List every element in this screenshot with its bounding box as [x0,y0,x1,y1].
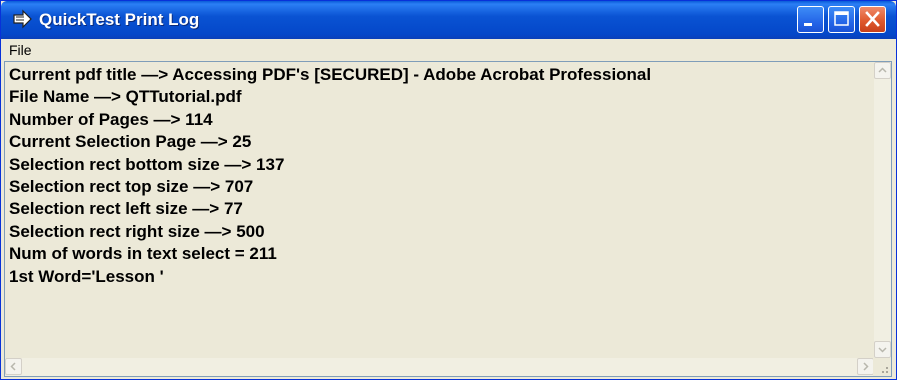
log-text-area[interactable]: Current pdf title —> Accessing PDF's [SE… [4,61,892,377]
log-line: Current Selection Page —> 25 [9,132,252,152]
log-line: Selection rect bottom size —> 137 [9,154,285,174]
close-button[interactable] [859,6,886,33]
scroll-down-button[interactable] [874,341,891,358]
print-log-window: QuickTest Print Log File Current pdf tit… [0,0,897,380]
log-line: File Name —> QTTutorial.pdf [9,87,242,107]
log-line: Selection rect right size —> 500 [9,221,265,241]
chevron-right-icon [863,362,869,371]
scroll-right-button[interactable] [857,358,874,375]
maximize-icon [834,11,849,26]
menu-file[interactable]: File [9,42,32,58]
log-line: Current pdf title —> Accessing PDF's [SE… [9,65,652,84]
window-title: QuickTest Print Log [39,10,200,29]
resize-grip[interactable] [873,358,891,376]
minimize-icon [804,23,812,26]
horizontal-scrollbar[interactable] [5,358,874,376]
title-bar[interactable]: QuickTest Print Log [1,1,896,39]
resize-grip-icon [882,367,888,373]
chevron-down-icon [878,347,887,353]
menu-bar: File [1,39,896,61]
log-line: Number of Pages —> 114 [9,109,213,129]
log-line: Selection rect top size —> 707 [9,177,254,197]
chevron-left-icon [10,362,16,371]
chevron-up-icon [878,67,887,73]
maximize-button[interactable] [828,6,855,33]
scroll-left-button[interactable] [5,358,22,375]
quicktest-app-icon [11,9,33,31]
scroll-up-button[interactable] [874,62,891,79]
vertical-scrollbar[interactable] [874,62,891,358]
log-content: Current pdf title —> Accessing PDF's [SE… [9,64,869,356]
close-icon [865,11,880,27]
log-line: Selection rect left size —> 77 [9,199,243,219]
log-line: 1st Word='Lesson ' [9,266,164,286]
log-line: Num of words in text select = 211 [9,244,277,264]
minimize-button[interactable] [797,6,824,33]
